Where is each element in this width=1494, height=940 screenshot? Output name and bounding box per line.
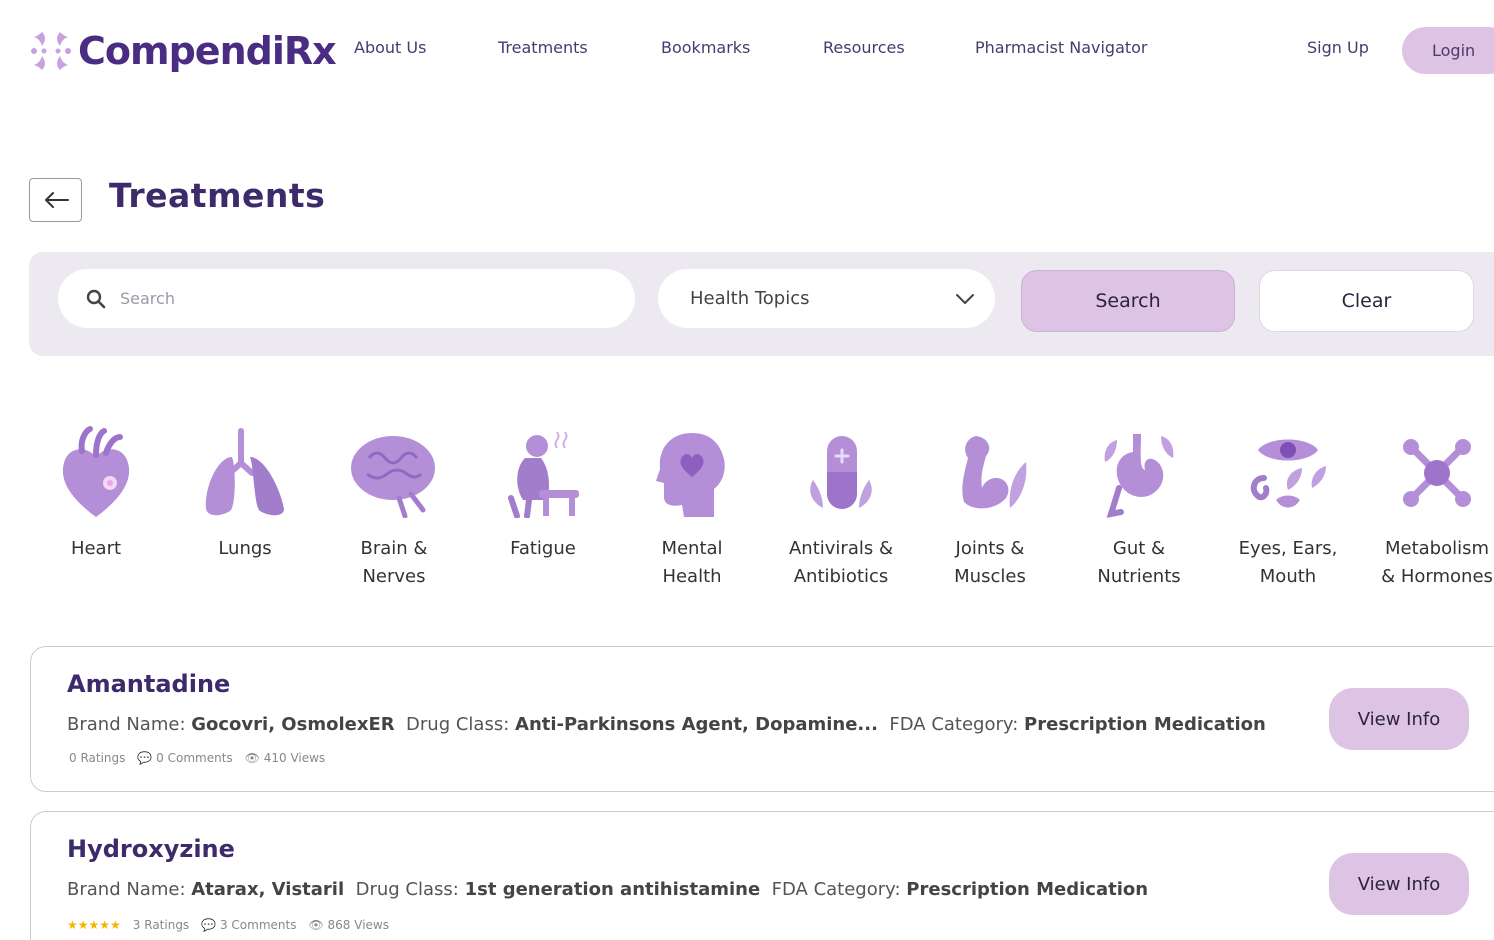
search-input[interactable] [120,289,600,308]
drug-stats: 0 Ratings 💬 0 Comments 👁 410 Views [69,751,325,765]
brand-value: Gocovri, OsmolexER [191,714,395,735]
clear-button[interactable]: Clear [1259,270,1474,332]
brand-label: Brand Name: [67,714,186,735]
category-lungs[interactable]: Lungs [175,418,315,563]
sign-up-link[interactable]: Sign Up [1307,38,1369,57]
category-label: Antivirals & Antibiotics [788,538,893,587]
category-label: Brain & Nerves [360,538,428,587]
eye-icon: 👁 [244,751,260,765]
chevron-down-icon [956,293,974,304]
drug-name[interactable]: Hydroxyzine [67,835,235,863]
eye-icon: 👁 [308,918,324,932]
drug-class-value: Anti-Parkinsons Agent, Dopamine... [515,714,878,735]
category-eyes-ears-mouth[interactable]: Eyes, Ears, Mouth [1218,418,1358,591]
login-button[interactable]: Login [1402,27,1494,74]
logo-text: CompendiRx [78,29,337,73]
category-brain-nerves[interactable]: Brain & Nerves [324,418,464,591]
comments-stat: 💬 0 Comments [137,751,232,765]
views-stat: 👁 410 Views [245,751,326,765]
drug-meta: Brand Name: Atarax, Vistaril Drug Class:… [67,879,1148,900]
search-icon [86,289,106,308]
comments-count: 0 Comments [156,751,233,765]
category-label: Gut & Nutrients [1097,538,1181,587]
category-joints-muscles[interactable]: Joints & Muscles [920,418,1060,591]
fatigue-icon [508,431,579,518]
view-info-button[interactable]: View Info [1329,688,1469,750]
arrow-left-icon [44,192,69,208]
nav-treatments[interactable]: Treatments [498,38,588,57]
fda-value: Prescription Medication [1024,714,1266,735]
fda-value: Prescription Medication [906,879,1149,900]
category-heart[interactable]: Heart [26,418,166,563]
stomach-icon [1104,434,1174,518]
back-button[interactable] [29,178,82,222]
drug-name[interactable]: Amantadine [67,670,230,698]
search-button[interactable]: Search [1021,270,1235,332]
drug-class-value: 1st generation antihistamine [464,879,761,900]
muscle-icon [962,436,1027,509]
category-label: Lungs [218,538,272,559]
nav-about-us[interactable]: About Us [354,38,426,57]
health-topics-select[interactable]: Health Topics [658,269,995,328]
category-label: Joints & Muscles [954,538,1026,587]
drug-meta: Brand Name: Gocovri, OsmolexER Drug Clas… [67,714,1266,735]
comments-count: 3 Comments [219,918,297,932]
search-field[interactable] [58,269,635,328]
category-label: Eyes, Ears, Mouth [1238,538,1338,587]
lungs-icon [205,428,284,516]
category-label: Heart [70,538,122,559]
health-topics-value: Health Topics [690,288,810,309]
star-rating-icon: ★★★★★ [67,918,121,932]
views-count: 868 Views [327,918,389,932]
category-gut-nutrients[interactable]: Gut & Nutrients [1069,418,1209,591]
brain-icon [351,436,435,518]
nav-bookmarks[interactable]: Bookmarks [661,38,750,57]
category-antivirals-antibiotics[interactable]: Antivirals & Antibiotics [771,418,911,591]
category-label: Metabolism & Hormones [1381,538,1493,587]
category-label: Fatigue [510,538,576,559]
result-card: Amantadine Brand Name: Gocovri, OsmolexE… [30,646,1494,792]
comment-icon: 💬 [201,918,217,932]
comment-icon: 💬 [137,751,153,765]
pill-icon [810,436,872,509]
page-title: Treatments [109,176,326,215]
category-fatigue[interactable]: Fatigue [473,418,613,563]
ratings-count: 3 Ratings [132,918,190,932]
ratings-count: 0 Ratings [69,751,126,765]
molecule-icon [1403,439,1471,507]
drug-stats: ★★★★★ 3 Ratings 💬 3 Comments 👁 868 Views [67,918,389,932]
drug-class-label: Drug Class: [406,714,510,735]
logo-mark-icon [31,32,71,70]
category-metabolism-hormones[interactable]: Metabolism & Hormones [1367,418,1494,591]
eye-ear-mouth-icon [1250,439,1326,508]
site-header: CompendiRx About Us Treatments Bookmarks… [0,0,1494,100]
comments-stat: 💬 3 Comments [201,918,296,932]
view-info-button[interactable]: View Info [1329,853,1469,915]
brand-value: Atarax, Vistaril [191,879,345,900]
heart-icon [62,426,130,517]
fda-label: FDA Category: [771,879,901,900]
logo[interactable]: CompendiRx [28,28,337,74]
category-label: Mental Health [661,538,723,587]
nav-resources[interactable]: Resources [823,38,905,57]
fda-label: FDA Category: [889,714,1019,735]
views-stat: 👁 868 Views [308,918,389,932]
result-card: Hydroxyzine Brand Name: Atarax, Vistaril… [30,811,1494,940]
category-mental-health[interactable]: Mental Health [622,418,762,591]
mental-health-icon [656,433,725,517]
views-count: 410 Views [263,751,326,765]
brand-label: Brand Name: [67,879,186,900]
nav-pharmacist-navigator[interactable]: Pharmacist Navigator [975,38,1148,57]
drug-class-label: Drug Class: [355,879,459,900]
